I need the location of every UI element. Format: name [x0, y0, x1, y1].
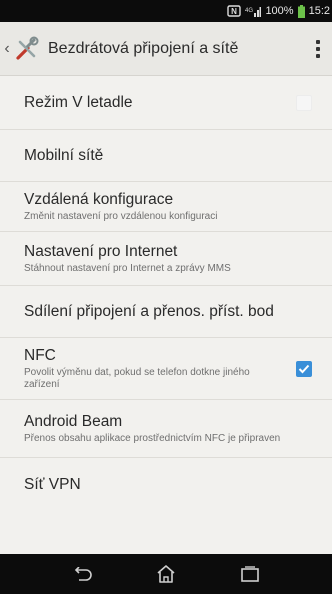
item-summary: Změnit nastavení pro vzdálenou konfigura…	[24, 211, 218, 222]
signal-icon: 4G	[245, 5, 262, 17]
mobile-networks-item[interactable]: Mobilní sítě	[0, 130, 332, 182]
item-title: Vzdálená konfigurace	[24, 191, 174, 208]
recent-apps-icon[interactable]	[230, 554, 270, 594]
nfc-item[interactable]: NFC Povolit výměnu dat, pokud se telefon…	[0, 338, 332, 400]
settings-list: Režim V letadle Mobilní sítě Vzdálená ko…	[0, 76, 332, 554]
nfc-icon: N	[227, 5, 242, 17]
svg-text:4G: 4G	[245, 8, 253, 14]
vpn-item[interactable]: Síť VPN	[0, 458, 332, 510]
checkmark-icon	[298, 364, 310, 373]
wireless-settings-icon[interactable]	[14, 36, 40, 62]
item-title: Síť VPN	[24, 475, 81, 493]
nfc-checkbox[interactable]	[296, 360, 312, 377]
chevron-left-icon[interactable]: ‹	[0, 22, 12, 76]
tethering-hotspot-item[interactable]: Sdílení připojení a přenos. příst. bod	[0, 286, 332, 338]
android-beam-item[interactable]: Android Beam Přenos obsahu aplikace pros…	[0, 400, 332, 458]
item-title: Nastavení pro Internet	[24, 243, 178, 260]
status-bar: N 4G 100% 15:2	[0, 0, 332, 22]
item-title: Mobilní sítě	[24, 147, 104, 164]
remote-config-item[interactable]: Vzdálená konfigurace Změnit nastavení pr…	[0, 182, 332, 232]
item-title: Sdílení připojení a přenos. příst. bod	[24, 303, 274, 320]
item-title: NFC	[24, 347, 56, 364]
page-title: Bezdrátová připojení a sítě	[48, 39, 239, 57]
airplane-mode-checkbox[interactable]	[296, 94, 312, 111]
item-summary: Stáhnout nastavení pro Internet a zprávy…	[24, 263, 231, 274]
item-summary: Přenos obsahu aplikace prostřednictvím N…	[24, 433, 281, 444]
item-title: Android Beam	[24, 413, 123, 430]
navigation-bar	[0, 554, 332, 594]
battery-icon	[297, 4, 305, 18]
svg-text:N: N	[232, 7, 238, 16]
battery-percent: 100%	[265, 5, 294, 17]
back-icon[interactable]	[62, 554, 102, 594]
overflow-menu-icon[interactable]	[304, 22, 332, 76]
status-time: 15:2	[308, 5, 330, 17]
airplane-mode-item[interactable]: Režim V letadle	[0, 76, 332, 130]
internet-settings-item[interactable]: Nastavení pro Internet Stáhnout nastaven…	[0, 232, 332, 286]
action-bar: ‹ Bezdrátová připojení a sítě	[0, 22, 332, 76]
item-title: Režim V letadle	[24, 94, 133, 111]
home-icon[interactable]	[146, 554, 186, 594]
item-summary: Povolit výměnu dat, pokud se telefon dot…	[24, 367, 250, 390]
